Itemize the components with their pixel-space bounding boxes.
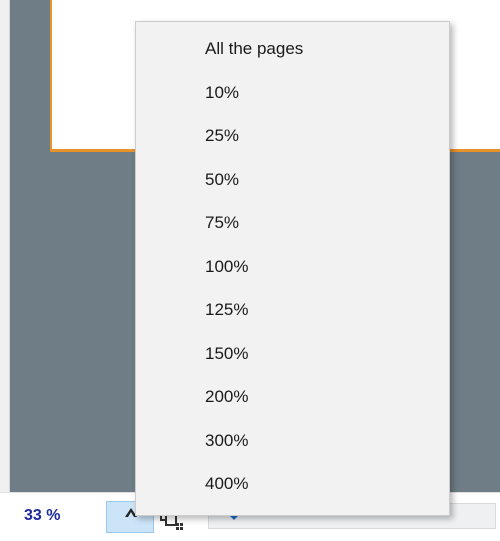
zoom-menu-item-400[interactable]: 400% [136, 462, 449, 506]
zoom-percentage-label[interactable]: 33 % [24, 507, 60, 525]
zoom-menu-item-125[interactable]: 125% [136, 288, 449, 332]
zoom-menu-item-300[interactable]: 300% [136, 419, 449, 463]
zoom-menu-item-25[interactable]: 25% [136, 114, 449, 158]
zoom-menu-item-75[interactable]: 75% [136, 201, 449, 245]
zoom-menu-item-all-pages[interactable]: All the pages [136, 27, 449, 71]
zoom-menu-item-50[interactable]: 50% [136, 158, 449, 202]
zoom-menu-item-150[interactable]: 150% [136, 332, 449, 376]
zoom-menu-item-100[interactable]: 100% [136, 245, 449, 289]
left-panel-edge [0, 0, 10, 492]
zoom-menu-item-200[interactable]: 200% [136, 375, 449, 419]
zoom-dropdown-menu: All the pages 10% 25% 50% 75% 100% 125% … [135, 21, 450, 516]
zoom-menu-item-10[interactable]: 10% [136, 71, 449, 115]
